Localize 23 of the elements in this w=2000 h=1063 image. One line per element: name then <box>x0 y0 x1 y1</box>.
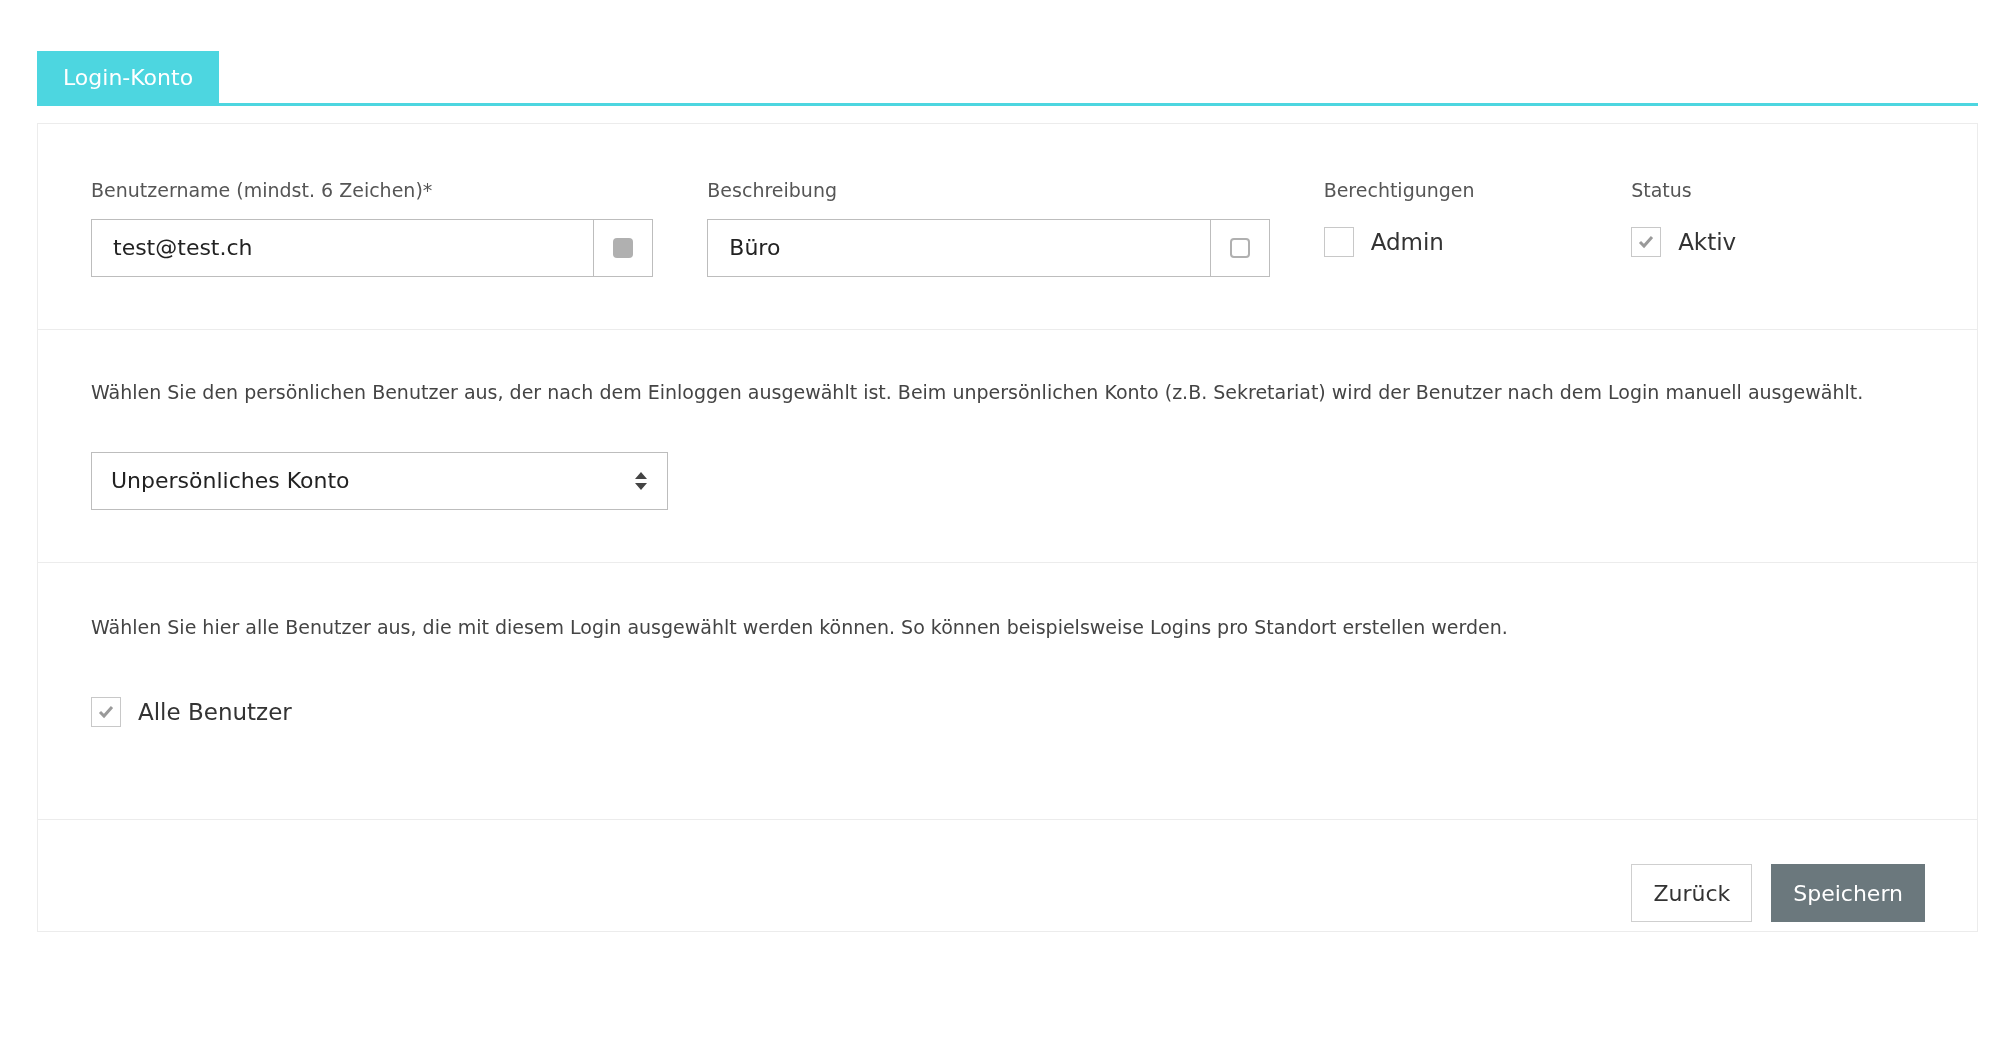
group-heading: Status <box>1631 178 1693 203</box>
sort-caret-icon <box>634 470 648 491</box>
checkmark-icon <box>1638 234 1655 249</box>
save-button[interactable]: Speichern <box>1771 864 1925 922</box>
group-heading: Berechtigungen <box>1323 178 1476 203</box>
input-field[interactable]: test@test.ch <box>91 218 654 277</box>
checkbox[interactable] <box>1631 226 1662 257</box>
back-button[interactable]: Zurück <box>1631 864 1753 922</box>
checkbox-label: Aktiv <box>1678 227 1737 257</box>
checkbox-label: Alle Benutzer <box>138 697 292 727</box>
select-value: Unpersönliches Konto <box>111 467 350 495</box>
checkbox-label: Admin <box>1370 227 1444 257</box>
field-value: test@test.ch <box>112 234 254 262</box>
checkmark-icon <box>98 704 114 719</box>
select-field[interactable]: Unpersönliches Konto <box>91 451 668 510</box>
field-label: Benutzername (mindst. 6 Zeichen)* <box>91 178 434 203</box>
input-field[interactable]: Büro <box>707 218 1270 277</box>
field-label: Beschreibung <box>707 178 838 203</box>
field-value: Büro <box>728 234 782 262</box>
description-text: Wählen Sie hier alle Benutzer aus, die mit diesem Login ausgewählt werden können. So können beispielsweise Logins pro Standort erstellen werden. <box>91 614 1509 640</box>
description-text: Wählen Sie den persönlichen Benutzer aus, der nach dem Einloggen ausgewählt ist. Beim unpersönlichen Konto (z.B. Sekretariat) wird der Benutzer nach dem Login manuell ausgewählt. <box>91 379 1865 405</box>
checkbox[interactable] <box>91 696 121 727</box>
checkbox[interactable] <box>1323 226 1354 257</box>
